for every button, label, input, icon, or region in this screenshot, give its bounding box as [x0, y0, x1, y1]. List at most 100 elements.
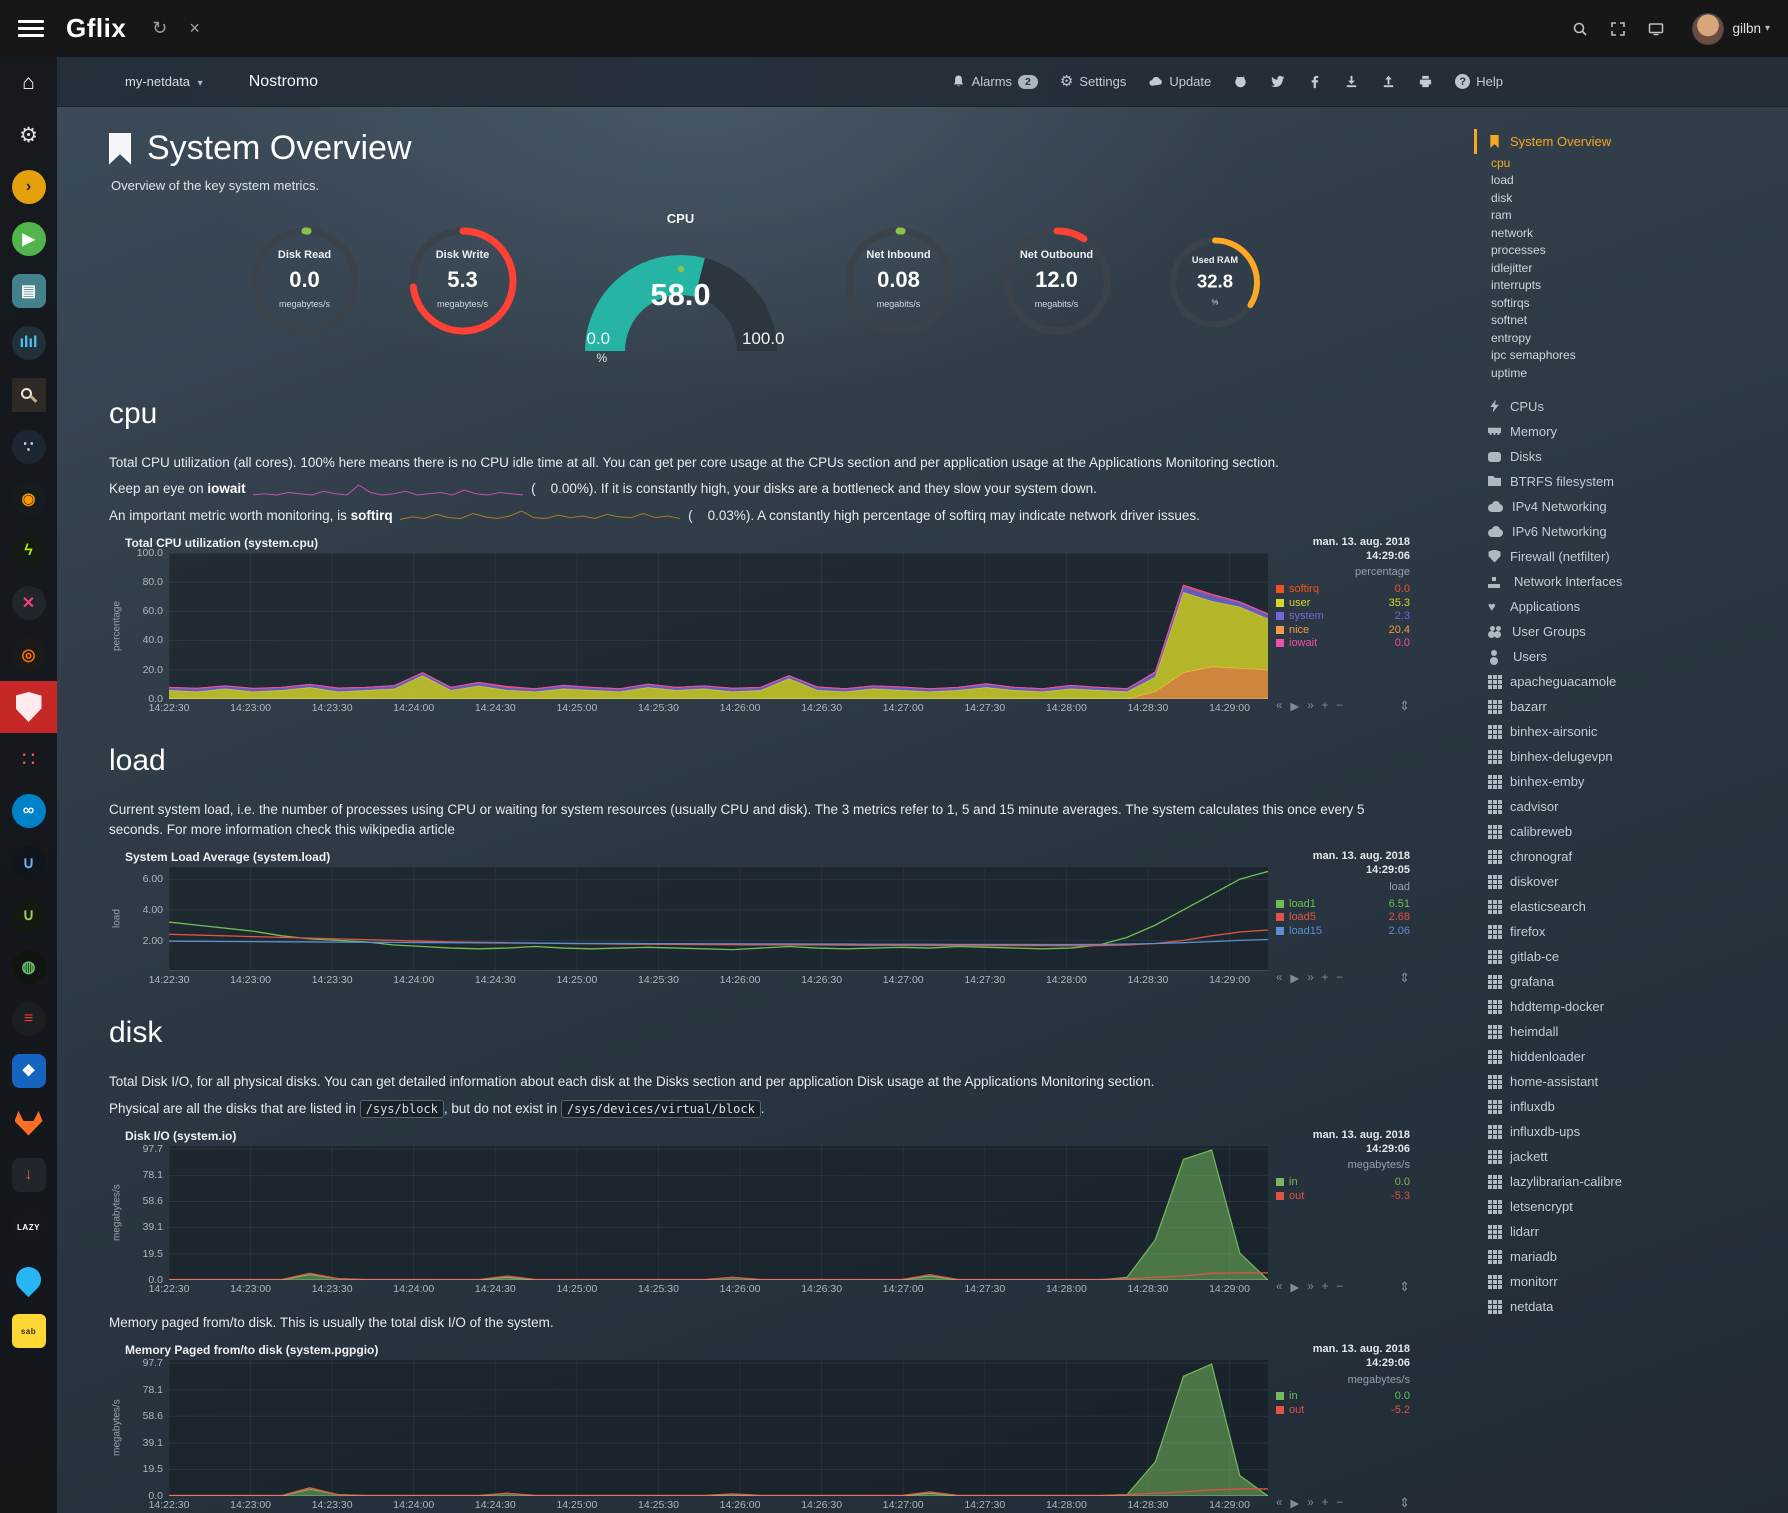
menu-item-ipc-semaphores[interactable]: ipc semaphores: [1474, 347, 1778, 365]
app-droplet-icon[interactable]: [0, 1253, 57, 1305]
menu-item-load[interactable]: load: [1474, 172, 1778, 190]
app-jackett-icon[interactable]: [0, 369, 57, 421]
menu-item-bazarr[interactable]: bazarr: [1474, 694, 1778, 719]
legend-item[interactable]: system2.3: [1276, 609, 1410, 623]
search-icon[interactable]: [1572, 21, 1588, 37]
app-sabnzbd-icon[interactable]: sab: [0, 1305, 57, 1357]
menu-item-ipv4-networking[interactable]: IPv4 Networking: [1474, 494, 1778, 519]
legend-item[interactable]: in0.0: [1276, 1175, 1410, 1189]
facebook-button[interactable]: [1307, 74, 1322, 89]
menu-item-firewall-netfilter-[interactable]: Firewall (netfilter): [1474, 544, 1778, 569]
menu-item-processes[interactable]: processes: [1474, 242, 1778, 260]
hamburger-menu-icon[interactable]: [18, 16, 44, 41]
resize-icon[interactable]: ⇕: [1399, 970, 1410, 986]
legend-item[interactable]: load16.51: [1276, 897, 1410, 911]
app-portainer-icon[interactable]: ◍: [0, 941, 57, 993]
menu-item-netdata[interactable]: netdata: [1474, 1294, 1778, 1319]
forwards-icon[interactable]: »: [1307, 700, 1313, 712]
alarms-button[interactable]: Alarms 2: [951, 74, 1038, 89]
app-lazylibrarian-icon[interactable]: LAZY: [0, 1201, 57, 1253]
app-plex-icon[interactable]: ›: [0, 161, 57, 213]
menu-item-grafana[interactable]: grafana: [1474, 969, 1778, 994]
backwards-icon[interactable]: «: [1276, 972, 1282, 984]
menu-item-chronograf[interactable]: chronograf: [1474, 844, 1778, 869]
app-netdata-icon[interactable]: [0, 681, 57, 733]
menu-item-heimdall[interactable]: heimdall: [1474, 1019, 1778, 1044]
zoom-out-icon[interactable]: −: [1336, 972, 1343, 984]
legend-item[interactable]: out-5.3: [1276, 1189, 1410, 1203]
zoom-in-icon[interactable]: +: [1322, 700, 1329, 712]
menu-item-idlejitter[interactable]: idlejitter: [1474, 259, 1778, 277]
menu-item-hiddenloader[interactable]: hiddenloader: [1474, 1044, 1778, 1069]
menu-item-home-assistant[interactable]: home-assistant: [1474, 1069, 1778, 1094]
zoom-in-icon[interactable]: +: [1322, 1281, 1329, 1293]
menu-item-btrfs-filesystem[interactable]: BTRFS filesystem: [1474, 469, 1778, 494]
chart-canvas[interactable]: [169, 867, 1268, 971]
avatar[interactable]: [1692, 13, 1724, 45]
play-icon[interactable]: ▶: [1290, 1280, 1299, 1294]
forwards-icon[interactable]: »: [1307, 1497, 1313, 1509]
menu-item-network-interfaces[interactable]: Network Interfaces: [1474, 569, 1778, 594]
menu-item-interrupts[interactable]: interrupts: [1474, 277, 1778, 295]
backwards-icon[interactable]: «: [1276, 1497, 1282, 1509]
menu-item-binhex-airsonic[interactable]: binhex-airsonic: [1474, 719, 1778, 744]
menu-item-hddtemp-docker[interactable]: hddtemp-docker: [1474, 994, 1778, 1019]
menu-item-softirqs[interactable]: softirqs: [1474, 294, 1778, 312]
fullscreen-icon[interactable]: [1610, 21, 1626, 37]
chart-canvas[interactable]: [169, 1146, 1268, 1280]
app-airsonic-icon[interactable]: ılıl: [0, 317, 57, 369]
export-button[interactable]: [1381, 74, 1396, 89]
menu-item-diskover[interactable]: diskover: [1474, 869, 1778, 894]
app-calibre-web-icon[interactable]: ▤: [0, 265, 57, 317]
menu-item-lazylibrarian-calibre[interactable]: lazylibrarian-calibre: [1474, 1169, 1778, 1194]
legend-item[interactable]: user35.3: [1276, 596, 1410, 610]
menu-item-system-overview[interactable]: System Overview: [1474, 129, 1778, 154]
refresh-icon[interactable]: ↻: [152, 18, 167, 39]
forwards-icon[interactable]: »: [1307, 972, 1313, 984]
chart-canvas[interactable]: [169, 553, 1268, 699]
menu-item-uptime[interactable]: uptime: [1474, 364, 1778, 382]
menu-item-cadvisor[interactable]: cadvisor: [1474, 794, 1778, 819]
app-quassel-icon[interactable]: ∷: [0, 733, 57, 785]
menu-item-elasticsearch[interactable]: elasticsearch: [1474, 894, 1778, 919]
zoom-out-icon[interactable]: −: [1336, 700, 1343, 712]
menu-item-user-groups[interactable]: User Groups: [1474, 619, 1778, 644]
zoom-out-icon[interactable]: −: [1336, 1281, 1343, 1293]
legend-item[interactable]: iowait0.0: [1276, 636, 1410, 650]
help-button[interactable]: ? Help: [1455, 74, 1503, 89]
app-openhab-icon[interactable]: ◎: [0, 629, 57, 681]
app-traffic-icon[interactable]: ≡: [0, 993, 57, 1045]
user-menu[interactable]: gilbn: [1732, 21, 1761, 36]
menu-item-lidarr[interactable]: lidarr: [1474, 1219, 1778, 1244]
menu-item-influxdb-ups[interactable]: influxdb-ups: [1474, 1119, 1778, 1144]
play-icon[interactable]: ▶: [1290, 971, 1299, 985]
zoom-out-icon[interactable]: −: [1336, 1497, 1343, 1509]
menu-item-binhex-delugevpn[interactable]: binhex-delugevpn: [1474, 744, 1778, 769]
play-icon[interactable]: ▶: [1290, 699, 1299, 713]
menu-item-ipv6-networking[interactable]: IPv6 Networking: [1474, 519, 1778, 544]
legend-item[interactable]: out-5.2: [1276, 1403, 1410, 1417]
close-icon[interactable]: ×: [189, 18, 200, 39]
legend-item[interactable]: softirq0.0: [1276, 582, 1410, 596]
menu-item-applications[interactable]: ♥Applications: [1474, 594, 1778, 619]
menu-item-softnet[interactable]: softnet: [1474, 312, 1778, 330]
github-button[interactable]: [1233, 74, 1248, 89]
zoom-in-icon[interactable]: +: [1322, 972, 1329, 984]
legend-item[interactable]: load152.06: [1276, 924, 1410, 938]
menu-item-gitlab-ce[interactable]: gitlab-ce: [1474, 944, 1778, 969]
play-icon[interactable]: ▶: [1290, 1496, 1299, 1510]
settings-button[interactable]: ⚙ Settings: [1060, 74, 1126, 89]
backwards-icon[interactable]: «: [1276, 1281, 1282, 1293]
resize-icon[interactable]: ⇕: [1399, 1279, 1410, 1295]
menu-item-network[interactable]: network: [1474, 224, 1778, 242]
resize-icon[interactable]: ⇕: [1399, 698, 1410, 714]
menu-item-jackett[interactable]: jackett: [1474, 1144, 1778, 1169]
legend-item[interactable]: in0.0: [1276, 1390, 1410, 1404]
app-emby-icon[interactable]: ▶: [0, 213, 57, 265]
app-gitlab-icon[interactable]: [0, 1097, 57, 1149]
menu-item-ram[interactable]: ram: [1474, 207, 1778, 225]
twitter-button[interactable]: [1270, 74, 1285, 89]
resize-icon[interactable]: ⇕: [1399, 1495, 1410, 1511]
app-flash-icon[interactable]: ϟ: [0, 525, 57, 577]
backwards-icon[interactable]: «: [1276, 700, 1282, 712]
